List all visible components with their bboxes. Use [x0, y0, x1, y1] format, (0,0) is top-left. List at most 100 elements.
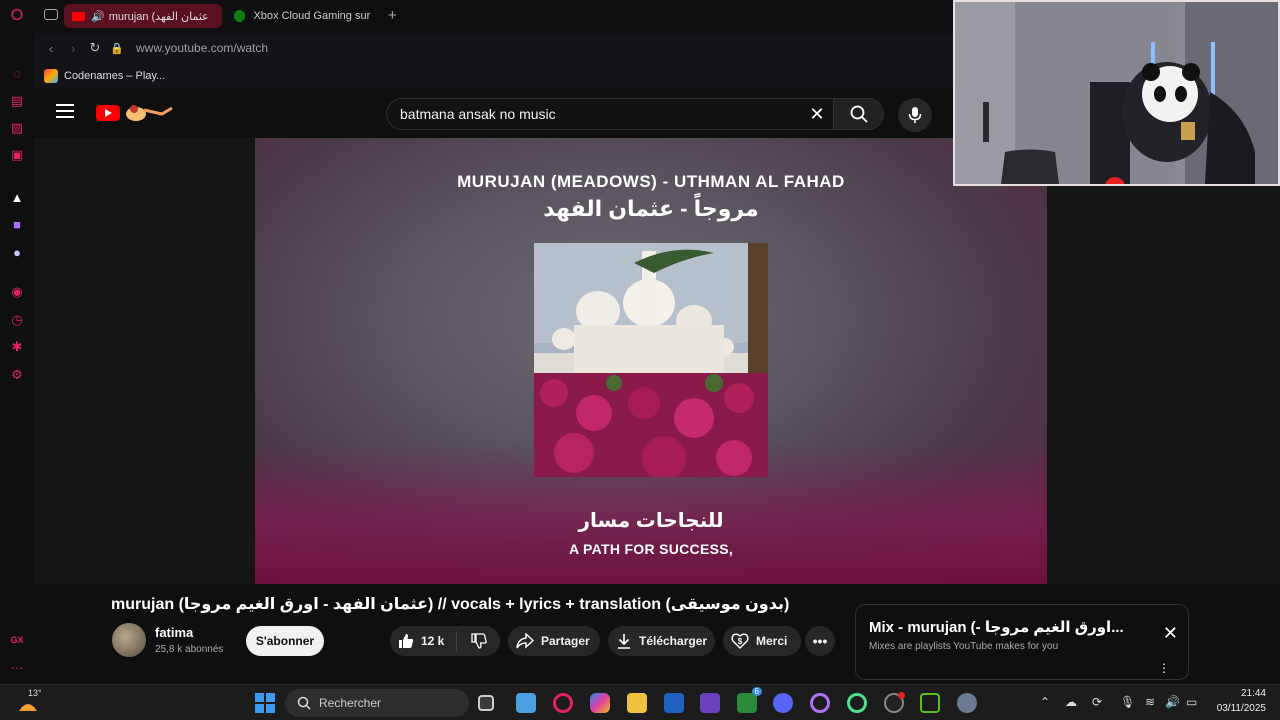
wifi-icon[interactable]: ≋ [1145, 695, 1155, 709]
settings-taskbar-icon[interactable] [957, 693, 977, 713]
download-label: Télécharger [639, 634, 708, 648]
menu-icon[interactable] [56, 104, 74, 118]
thumbs-up-icon [398, 633, 414, 649]
thumbs-down-icon [470, 633, 487, 649]
lyric-line-ar: للنجاحات مسار [578, 510, 724, 532]
tab-xbox[interactable]: Xbox Cloud Gaming sur X [226, 4, 378, 28]
more-actions-button[interactable]: ••• [805, 626, 835, 656]
sunset-icon [19, 704, 37, 711]
discord-icon[interactable]: ● [8, 243, 26, 261]
search-input[interactable] [387, 106, 801, 122]
lock-icon: 🔒 [110, 42, 124, 55]
tab-youtube[interactable]: 🔊 murujan (عثمان الفهد - [64, 4, 222, 28]
tab-bar: 🔊 murujan (عثمان الفهد - Xbox Cloud Gami… [34, 0, 954, 32]
opera-taskbar-icon[interactable] [810, 693, 830, 713]
xbox-app-icon[interactable]: 6 [737, 687, 762, 713]
like-button[interactable]: 12 k [390, 631, 457, 651]
channel-avatar[interactable] [112, 623, 146, 657]
store-icon[interactable] [664, 693, 684, 713]
nvidia-icon[interactable] [920, 693, 940, 713]
notification-badge: 6 [751, 687, 762, 696]
copilot-icon[interactable] [590, 693, 610, 713]
reload-button[interactable]: ↻ [84, 40, 106, 56]
video-player[interactable]: MURUJAN (MEADOWS) - UTHMAN AL FAHAD مروج… [255, 138, 1047, 584]
sync-icon[interactable]: ⟳ [1092, 695, 1102, 709]
onedrive-icon[interactable]: ☁ [1065, 695, 1077, 709]
aria-icon[interactable]: ◌ [8, 64, 26, 82]
search-box: ✕ [386, 98, 884, 130]
video-overlay-title-ar: مروجاً - عثمان الفهد [543, 196, 759, 221]
arrow-logo-icon[interactable]: ▲ [8, 188, 26, 206]
video-title: murujan (عثمان الفهد - اورق الغيم مروجا)… [111, 596, 790, 613]
bookmarks-bar: Codenames – Play... [34, 63, 954, 88]
share-button[interactable]: Partager [508, 626, 600, 656]
mosque-artwork [534, 243, 768, 477]
crypto-wallet-icon[interactable]: ▤ [8, 92, 26, 110]
clock-date[interactable]: 03/11/2025 [1204, 703, 1266, 714]
download-icon [616, 633, 632, 649]
taskbar-search[interactable]: Rechercher [285, 689, 469, 717]
forward-button[interactable]: › [62, 41, 84, 56]
player-icon[interactable]: ◉ [8, 283, 26, 301]
browser-sidebar: O ◌ ▤ ▨ ▣ ▲ ■ ● ◉ ◷ ✱ ⚙ GX ··· [0, 0, 34, 684]
youtube-favicon-icon [72, 11, 85, 21]
opera-air-icon[interactable] [847, 693, 867, 713]
share-label: Partager [541, 634, 590, 648]
task-view-icon[interactable] [478, 695, 494, 711]
kebab-menu-icon[interactable]: ⋮ [1158, 661, 1170, 675]
file-explorer-icon[interactable] [627, 693, 647, 713]
dislike-button[interactable] [457, 633, 500, 649]
twitch-icon[interactable]: ■ [8, 215, 26, 233]
discord-taskbar-icon[interactable] [773, 693, 793, 713]
url-field[interactable]: www.youtube.com/watch [136, 41, 268, 55]
channel-name[interactable]: fatima [155, 625, 193, 640]
search-icon [850, 105, 868, 123]
more-horizontal-icon: ••• [812, 633, 828, 649]
subscriber-count: 25,8 k abonnés [155, 644, 224, 655]
tab-list-icon[interactable] [44, 9, 58, 20]
extensions-icon[interactable]: ✱ [8, 338, 26, 356]
clock-time[interactable]: 21:44 [1210, 688, 1266, 699]
photos-app-icon[interactable] [516, 693, 536, 713]
voice-search-button[interactable] [898, 98, 932, 132]
opera-gx-taskbar-icon[interactable] [553, 693, 573, 713]
speaker-icon[interactable]: 🔊 [91, 10, 105, 23]
tray-chevron-up-icon[interactable]: ⌃ [1040, 695, 1050, 709]
mix-playlist-panel[interactable]: Mix - murujan (- اورق الغيم مروجا... Mix… [855, 604, 1189, 680]
youtube-doodle-icon[interactable] [122, 100, 174, 124]
more-icon[interactable]: ··· [8, 658, 26, 676]
subscribe-button[interactable]: S'abonner [246, 626, 324, 656]
thanks-button[interactable]: $ Merci [723, 626, 801, 656]
messenger-icon[interactable]: ▣ [8, 146, 26, 164]
close-icon[interactable]: ✕ [1163, 623, 1178, 644]
lyric-line-en: A PATH FOR SUCCESS, [568, 541, 734, 557]
download-button[interactable]: Télécharger [608, 626, 715, 656]
super-thanks-icon: $ [731, 632, 749, 650]
xbox-favicon-icon [234, 10, 246, 22]
volume-icon[interactable]: 🔊 [1165, 695, 1180, 709]
search-button[interactable] [833, 99, 883, 129]
new-tab-button[interactable]: + [388, 7, 397, 24]
clear-search-button[interactable]: ✕ [801, 104, 833, 125]
youtube-logo-icon[interactable] [96, 105, 120, 121]
video-overlay-title-en: MURUJAN (MEADOWS) - UTHMAN AL FAHAD [457, 172, 845, 191]
mix-title[interactable]: Mix - murujan (- اورق الغيم مروجا... [869, 618, 1139, 636]
thanks-label: Merci [756, 634, 788, 648]
start-button[interactable] [255, 693, 275, 713]
history-icon[interactable]: ◷ [8, 311, 26, 329]
media-app-icon[interactable] [700, 693, 720, 713]
codenames-favicon-icon [44, 68, 58, 83]
bookmark-codenames[interactable]: Codenames – Play... [64, 70, 165, 82]
back-button[interactable]: ‹ [40, 41, 62, 56]
tab-label: murujan (عثمان الفهد - [108, 10, 209, 23]
obs-icon[interactable] [884, 692, 905, 713]
taskbar-search-placeholder: Rechercher [319, 696, 382, 710]
tab-label: Xbox Cloud Gaming sur X [253, 10, 370, 22]
gx-icon[interactable]: GX [8, 631, 26, 649]
stripes-icon[interactable]: ▨ [8, 119, 26, 137]
tray-mic-icon[interactable]: 🎙 [1120, 695, 1135, 709]
battery-icon[interactable]: ▭ [1186, 695, 1197, 709]
opera-logo-icon[interactable]: O [8, 7, 26, 25]
webcam-feed [955, 2, 1278, 184]
settings-icon[interactable]: ⚙ [8, 366, 26, 384]
